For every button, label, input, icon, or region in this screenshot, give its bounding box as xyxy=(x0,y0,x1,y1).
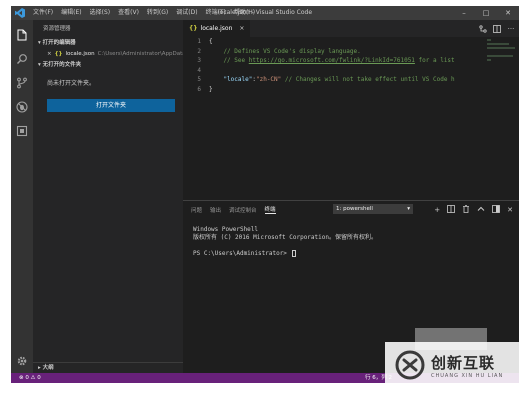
code-text: { xyxy=(209,38,213,45)
vscode-logo-icon xyxy=(11,6,29,20)
chevron-up-icon[interactable] xyxy=(477,205,485,215)
comment-text: // See xyxy=(209,57,249,64)
close-tab-icon[interactable]: × xyxy=(239,25,244,32)
tab-locale-json[interactable]: {} locale.json × xyxy=(183,20,251,37)
code-text: } xyxy=(209,85,213,93)
outline-section[interactable]: ▸ 大纲 xyxy=(33,362,183,373)
tab-terminal[interactable]: 终端 xyxy=(264,205,276,214)
window-controls: – □ ✕ xyxy=(453,6,519,20)
menu-file[interactable]: 文件(F) xyxy=(29,6,57,20)
vscode-window: 文件(F) 编辑(E) 选择(S) 查看(V) 转到(G) 调试(D) 终端(T… xyxy=(11,6,519,383)
open-editors-section[interactable]: ▾ 打开的编辑器 xyxy=(33,38,183,49)
extensions-icon[interactable] xyxy=(11,120,33,142)
tab-label: locale.json xyxy=(200,25,233,32)
line-number: 1 xyxy=(197,38,201,45)
code-line: 6 } xyxy=(183,85,483,95)
code-text: // See https://go.microsoft.com/fwlink/?… xyxy=(209,56,483,66)
settings-icon[interactable] xyxy=(11,350,33,372)
line-number: 2 xyxy=(197,47,201,55)
sidebar-title: 资源管理器 xyxy=(43,26,71,32)
line-number: 4 xyxy=(197,66,201,74)
menu-edit[interactable]: 编辑(E) xyxy=(57,6,85,20)
open-editor-item[interactable]: × {} locale.json C:\Users\Administrator\… xyxy=(33,49,183,60)
terminal-select-value: 1: powershell xyxy=(336,206,373,212)
explorer-sidebar: 资源管理器 ▾ 打开的编辑器 × {} locale.json C:\Users… xyxy=(33,20,183,373)
watermark: 创新互联 CHUANG XIN HU LIAN xyxy=(385,342,528,388)
trash-icon[interactable] xyxy=(462,204,470,215)
comment-text: // Changes will not take effect until VS… xyxy=(281,76,455,83)
code-line: 2 // Defines VS Code's display language. xyxy=(183,47,483,57)
menu-goto[interactable]: 转到(G) xyxy=(143,6,172,20)
line-number: 3 xyxy=(197,57,201,64)
tab-debug-console[interactable]: 调试控制台 xyxy=(229,206,257,214)
activity-bar xyxy=(11,20,33,373)
no-folder-message: 尚未打开文件夹。 xyxy=(47,80,96,87)
panel-actions: + ✕ xyxy=(434,201,513,218)
open-folder-button[interactable]: 打开文件夹 xyxy=(47,99,175,112)
debug-icon[interactable] xyxy=(11,96,33,118)
line-number: 6 xyxy=(197,85,201,93)
watermark-logo-icon xyxy=(395,350,425,380)
terminal-prompt: PS C:\Users\Administrator> xyxy=(193,250,291,257)
open-editor-filename: locale.json xyxy=(65,51,95,57)
minimize-icon[interactable]: – xyxy=(453,6,475,20)
panel-tabs: 问题 输出 调试控制台 终端 1: powershell ▾ + ✕ xyxy=(183,201,519,218)
open-changes-icon[interactable] xyxy=(479,24,487,33)
menu-view[interactable]: 查看(V) xyxy=(114,6,143,20)
terminal-line: 版权所有 (C) 2016 Microsoft Corporation。保留所有… xyxy=(193,234,377,241)
close-editor-icon[interactable]: × xyxy=(47,49,52,60)
json-value: "zh-CN" xyxy=(255,76,282,83)
editor-area: {} locale.json × ··· 1 { 2 // Defines VS… xyxy=(183,20,519,200)
split-terminal-icon[interactable] xyxy=(447,204,456,215)
watermark-cn: 创新互联 xyxy=(431,353,496,372)
close-panel-icon[interactable]: ✕ xyxy=(507,206,513,214)
source-control-icon[interactable] xyxy=(11,72,33,94)
menu-terminal[interactable]: 终端(T) xyxy=(202,6,230,20)
watermark-en: CHUANG XIN HU LIAN xyxy=(431,372,504,379)
terminal-line: Windows PowerShell xyxy=(193,226,259,233)
open-editor-path: C:\Users\Administrator\AppData... xyxy=(97,51,183,57)
tab-problems[interactable]: 问题 xyxy=(191,206,202,214)
split-editor-icon[interactable] xyxy=(493,24,501,33)
menu-bar: 文件(F) 编辑(E) 选择(S) 查看(V) 转到(G) 调试(D) 终端(T… xyxy=(29,6,259,20)
code-text: // Defines VS Code's display language. xyxy=(209,47,361,55)
code-editor[interactable]: 1 { 2 // Defines VS Code's display langu… xyxy=(183,37,483,200)
search-icon[interactable] xyxy=(11,48,33,70)
terminal-cursor xyxy=(291,250,296,257)
minimap[interactable] xyxy=(487,37,517,97)
close-window-icon[interactable]: ✕ xyxy=(497,6,519,20)
toggle-panel-icon[interactable] xyxy=(492,204,501,215)
code-text: "locale":"zh-CN" // Changes will not tak… xyxy=(209,75,483,85)
tab-output[interactable]: 输出 xyxy=(210,206,221,214)
code-line: 5 "locale":"zh-CN" // Changes will not t… xyxy=(183,75,483,85)
code-line: 3 // See https://go.microsoft.com/fwlink… xyxy=(183,56,483,66)
maximize-icon[interactable]: □ xyxy=(475,6,497,20)
editor-tabs: {} locale.json × ··· xyxy=(183,20,519,37)
line-number: 5 xyxy=(197,76,201,83)
chevron-down-icon: ▾ xyxy=(407,206,410,212)
no-folder-section[interactable]: ▾ 无打开的文件夹 xyxy=(33,60,183,71)
new-terminal-icon[interactable]: + xyxy=(434,206,440,214)
menu-selection[interactable]: 选择(S) xyxy=(86,6,115,20)
more-actions-icon[interactable]: ··· xyxy=(507,25,515,33)
title-bar: 文件(F) 编辑(E) 选择(S) 查看(V) 转到(G) 调试(D) 终端(T… xyxy=(11,6,519,20)
docs-link[interactable]: https://go.microsoft.com/fwlink/?LinkId=… xyxy=(249,57,415,64)
code-line: 4 xyxy=(183,66,483,76)
json-file-icon: {} xyxy=(54,51,63,57)
menu-debug[interactable]: 调试(D) xyxy=(172,6,201,20)
code-line: 1 { xyxy=(183,37,483,47)
editor-actions: ··· xyxy=(479,20,515,37)
menu-help[interactable]: 帮助(H) xyxy=(230,6,259,20)
problems-indicator[interactable]: ⊗ 0 ⚠ 0 xyxy=(19,373,41,383)
json-key: "locale" xyxy=(223,76,253,83)
comment-text: for a list xyxy=(414,57,455,64)
terminal-select[interactable]: 1: powershell ▾ xyxy=(333,204,413,214)
files-icon[interactable] xyxy=(11,24,33,46)
terminal-output[interactable]: Windows PowerShell 版权所有 (C) 2016 Microso… xyxy=(183,218,519,258)
terminal-prompt-line: PS C:\Users\Administrator> xyxy=(193,250,519,258)
json-file-icon: {} xyxy=(189,25,198,32)
